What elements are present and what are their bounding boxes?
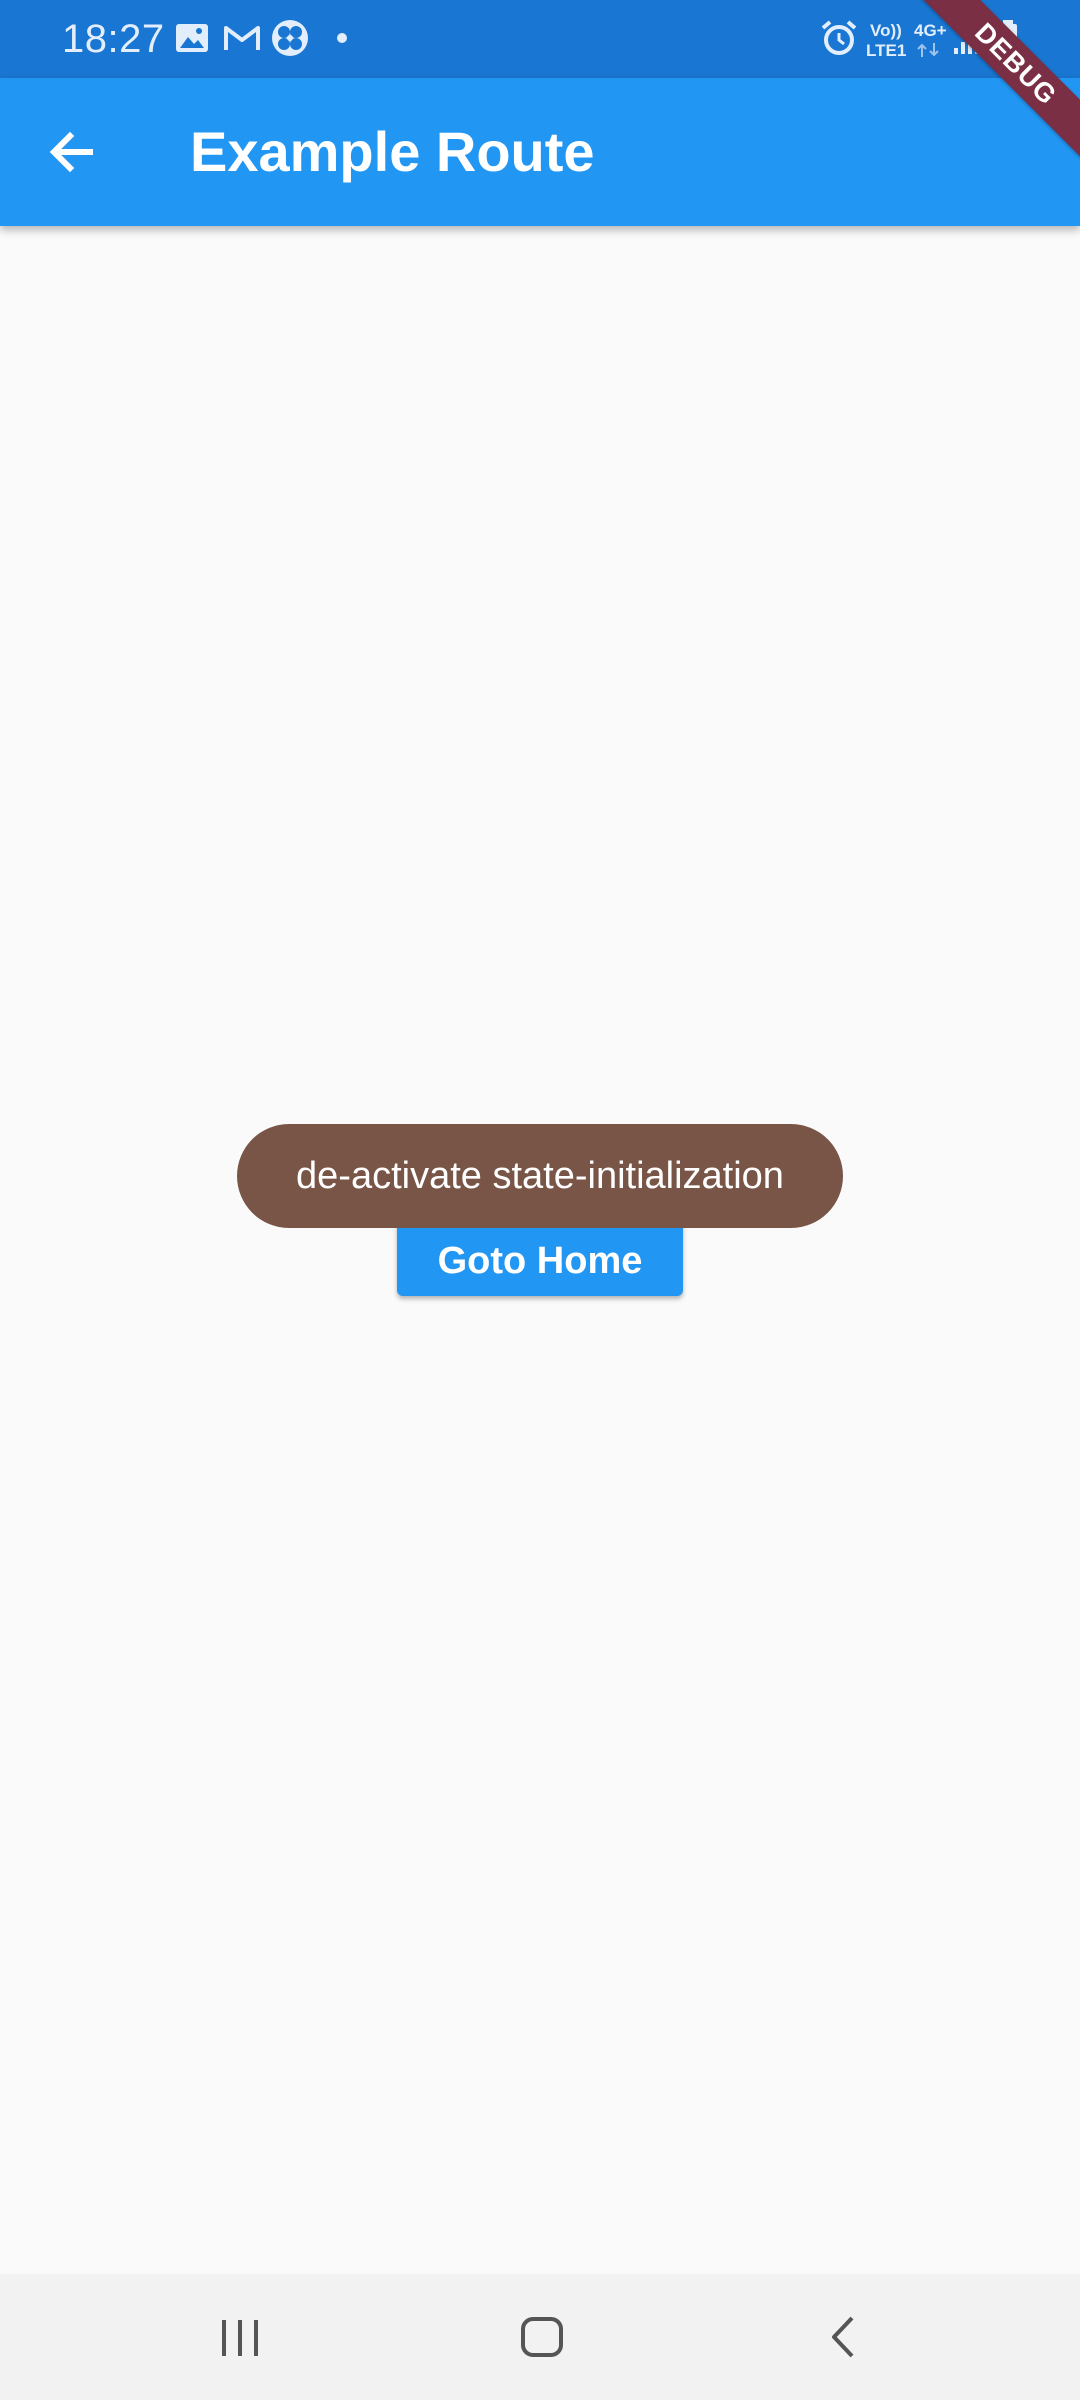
arrow-back-icon[interactable] bbox=[36, 116, 108, 188]
volte-label-top: Vo)) bbox=[870, 21, 902, 40]
home-icon[interactable] bbox=[502, 2300, 582, 2374]
fan-icon bbox=[272, 20, 308, 56]
volte-label-bottom: LTE1 bbox=[866, 41, 907, 60]
gmail-icon bbox=[224, 26, 260, 50]
alarm-icon bbox=[821, 20, 857, 55]
system-nav-bar bbox=[0, 2274, 1080, 2400]
recent-apps-icon[interactable] bbox=[200, 2300, 280, 2374]
image-icon bbox=[176, 24, 208, 52]
dot-icon bbox=[337, 33, 347, 43]
status-time: 18:27 bbox=[62, 17, 165, 61]
goto-home-label: Goto Home bbox=[437, 1239, 643, 1282]
page-title: Example Route bbox=[190, 120, 595, 183]
toast-message: de-activate state-initialization bbox=[237, 1124, 843, 1228]
network-label: 4G+ bbox=[914, 21, 947, 40]
data-arrows-icon bbox=[917, 43, 939, 57]
status-bar: 18:27 Vo)) LTE1 4G+ bbox=[0, 0, 1080, 78]
app-bar: Example Route bbox=[0, 78, 1080, 226]
screen: 18:27 Vo)) LTE1 4G+ Example Route DEBUG … bbox=[0, 0, 1080, 2400]
back-icon[interactable] bbox=[804, 2300, 884, 2374]
